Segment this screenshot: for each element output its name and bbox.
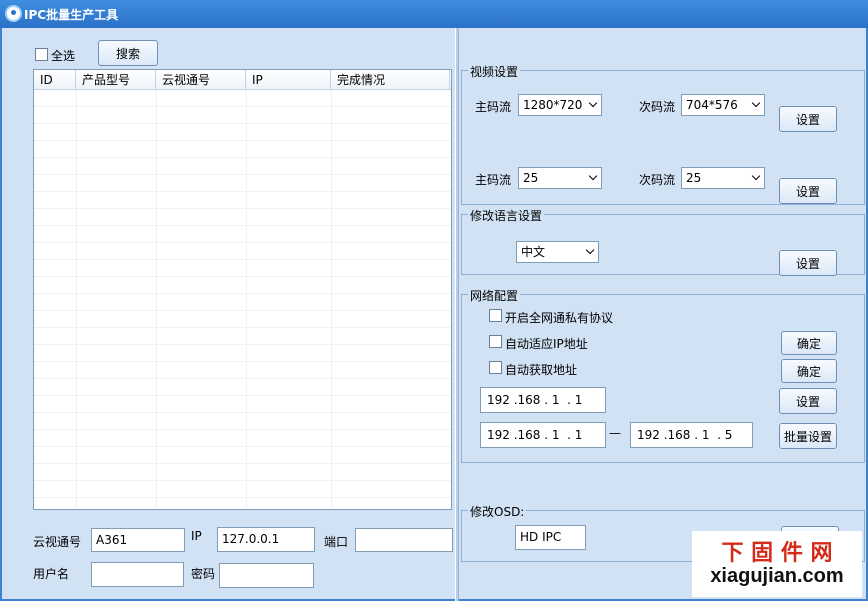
- main-fps-select[interactable]: 25: [518, 167, 602, 189]
- app-icon: [5, 5, 22, 22]
- auto-obtain-checkbox[interactable]: [489, 361, 502, 374]
- sub-stream-label: 次码流: [639, 100, 676, 114]
- sub-fps-value: 25: [686, 171, 702, 185]
- fps-set-button[interactable]: 设置: [779, 178, 837, 204]
- grid-line: [156, 90, 157, 509]
- select-all-label: 全选: [51, 49, 76, 63]
- auto-ip-checkbox[interactable]: [489, 335, 502, 348]
- device-list-rows: [34, 90, 451, 509]
- sub-stream-fps-label: 次码流: [639, 173, 676, 187]
- port-field[interactable]: [355, 528, 453, 552]
- auto-ip-label: 自动适应IP地址: [505, 337, 588, 351]
- batch-set-button[interactable]: 批量设置: [779, 423, 837, 449]
- auto-ip-confirm-button[interactable]: 确定: [781, 331, 837, 355]
- main-fps-value: 25: [523, 171, 539, 185]
- ip-label: IP: [191, 529, 202, 543]
- chevron-down-icon: [588, 171, 598, 181]
- username-field[interactable]: [91, 562, 184, 587]
- language-settings-title: 修改语言设置: [468, 207, 545, 224]
- auto-obtain-confirm-button[interactable]: 确定: [781, 359, 837, 383]
- sub-fps-select[interactable]: 25: [681, 167, 765, 189]
- main-stream-fps-label: 主码流: [475, 173, 512, 187]
- ip-range-end-field[interactable]: 192 .168 . 1 . 5: [630, 422, 753, 448]
- ip-set-button[interactable]: 设置: [779, 388, 837, 414]
- column-header-status[interactable]: 完成情况: [331, 70, 450, 90]
- chevron-down-icon: [588, 98, 598, 108]
- port-label: 端口: [324, 535, 349, 549]
- range-dash: —: [609, 426, 621, 440]
- username-label: 用户名: [33, 567, 70, 581]
- window-title: IPC批量生产工具: [24, 8, 119, 22]
- column-header-model[interactable]: 产品型号: [76, 70, 156, 90]
- video-settings-title: 视频设置: [468, 63, 521, 80]
- grid-line: [246, 90, 247, 509]
- search-button[interactable]: 搜索: [98, 40, 158, 66]
- watermark-title: 下 固 件 网: [721, 540, 833, 566]
- column-header-id[interactable]: ID: [34, 70, 76, 90]
- language-set-button[interactable]: 设置: [779, 250, 837, 276]
- language-select[interactable]: 中文: [516, 241, 599, 263]
- osd-settings-title: 修改OSD:: [468, 503, 527, 520]
- device-list-header: ID 产品型号 云视通号 IP 完成情况: [34, 70, 451, 90]
- ip-address-field[interactable]: 192 .168 . 1 . 1: [480, 387, 606, 413]
- cloud-id-field[interactable]: A361: [91, 528, 185, 552]
- title-bar: IPC批量生产工具: [0, 0, 868, 28]
- watermark: 下 固 件 网 xiagujian.com: [692, 531, 862, 597]
- column-header-ip[interactable]: IP: [246, 70, 331, 90]
- main-resolution-value: 1280*720: [523, 98, 583, 112]
- select-all-checkbox[interactable]: [35, 48, 48, 61]
- password-label: 密码: [191, 567, 216, 581]
- osd-text-field[interactable]: HD IPC: [515, 525, 586, 550]
- watermark-url: xiagujian.com: [710, 565, 844, 587]
- ip-range-start-field[interactable]: 192 .168 . 1 . 1: [480, 422, 606, 448]
- device-list[interactable]: ID 产品型号 云视通号 IP 完成情况: [33, 69, 452, 510]
- private-protocol-label: 开启全网通私有协议: [505, 311, 614, 325]
- ip-field[interactable]: 127.0.0.1: [217, 527, 315, 552]
- panel-splitter[interactable]: [455, 28, 459, 601]
- chevron-down-icon: [751, 98, 761, 108]
- grid-line: [331, 90, 332, 509]
- network-config-title: 网络配置: [468, 287, 521, 304]
- sub-resolution-value: 704*576: [686, 98, 738, 112]
- chevron-down-icon: [585, 245, 595, 255]
- chevron-down-icon: [751, 171, 761, 181]
- main-stream-label: 主码流: [475, 100, 512, 114]
- column-header-cloud-id[interactable]: 云视通号: [156, 70, 246, 90]
- grid-line: [76, 90, 77, 509]
- private-protocol-checkbox[interactable]: [489, 309, 502, 322]
- main-resolution-select[interactable]: 1280*720: [518, 94, 602, 116]
- sub-resolution-select[interactable]: 704*576: [681, 94, 765, 116]
- auto-obtain-label: 自动获取地址: [505, 363, 578, 377]
- password-field[interactable]: [219, 563, 314, 588]
- language-value: 中文: [521, 245, 546, 259]
- cloud-id-label: 云视通号: [33, 535, 82, 549]
- resolution-set-button[interactable]: 设置: [779, 106, 837, 132]
